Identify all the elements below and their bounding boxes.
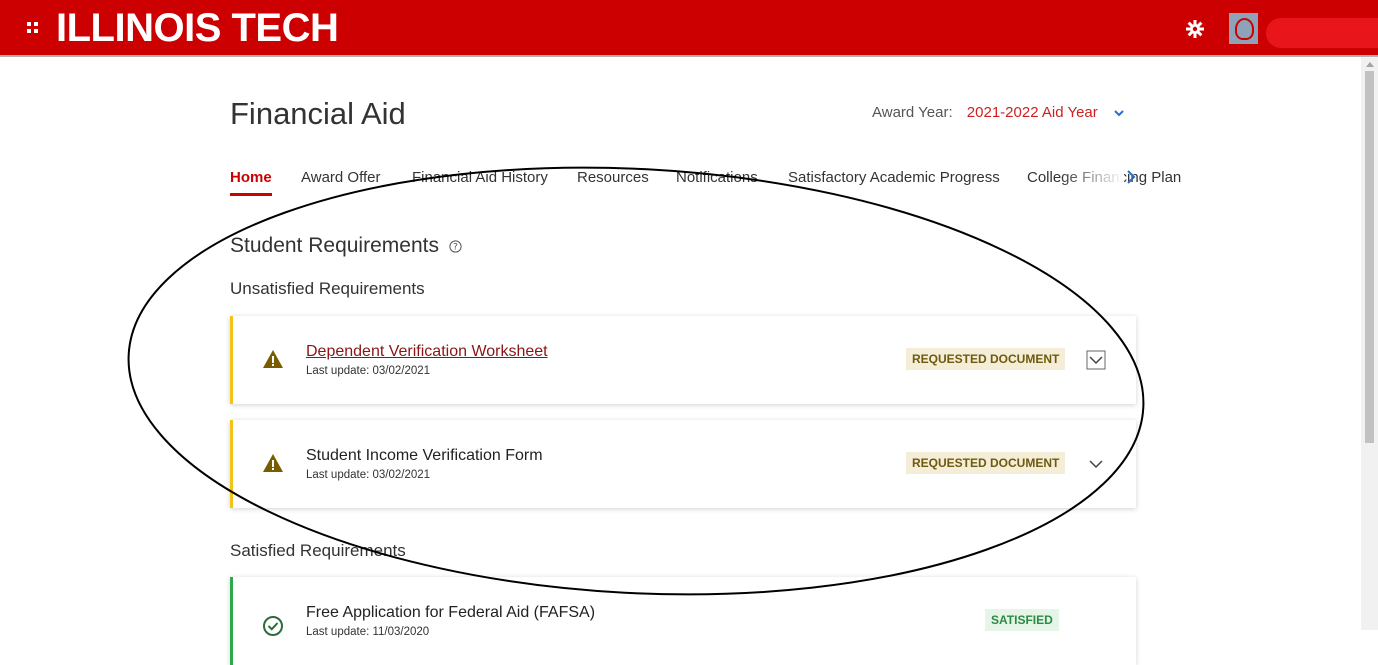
requirement-date: Last update: 03/02/2021 (306, 365, 431, 377)
tab-overflow-fade (1060, 166, 1124, 190)
requirement-date: Last update: 11/03/2020 (306, 626, 430, 638)
brand-logo[interactable]: ILLINOIS TECH (56, 5, 339, 51)
top-bar: ILLINOIS TECH (0, 0, 1378, 57)
tab-satisfactory-academic-progress[interactable]: Satisfactory Academic Progress (788, 169, 1000, 186)
requirement-title[interactable]: Free Application for Federal Aid (FAFSA) (306, 604, 595, 622)
expand-chevron-icon[interactable] (1086, 350, 1106, 370)
requirement-card: Student Income Verification Form Last up… (230, 420, 1136, 508)
tab-notifications[interactable]: Notifications (676, 169, 758, 186)
award-year-selector[interactable]: Award Year: 2021-2022 Aid Year (872, 104, 1126, 121)
warning-icon (263, 350, 283, 368)
student-requirements-title: Student Requirements (230, 234, 439, 257)
tab-financial-aid-history[interactable]: Financial Aid History (412, 169, 548, 186)
redacted-username (1266, 18, 1378, 48)
scrollbar-thumb[interactable] (1365, 71, 1374, 443)
student-requirements-heading: Student Requirements ? (230, 234, 462, 258)
status-badge: SATISFIED (985, 609, 1059, 631)
gear-icon[interactable] (1186, 20, 1204, 38)
tab-bar: Home Award Offer Financial Aid History R… (230, 169, 1181, 199)
chevron-down-icon[interactable] (1112, 108, 1126, 118)
tab-award-offer[interactable]: Award Offer (301, 169, 380, 186)
help-icon[interactable]: ? (449, 240, 462, 253)
chevron-right-icon[interactable] (1124, 167, 1138, 187)
status-badge: REQUESTED DOCUMENT (906, 348, 1066, 370)
scroll-up-arrow-icon[interactable] (1366, 62, 1374, 67)
svg-text:?: ? (453, 243, 458, 253)
requirement-title-link[interactable]: Dependent Verification Worksheet (306, 343, 548, 361)
avatar[interactable] (1229, 13, 1258, 44)
requirement-title[interactable]: Student Income Verification Form (306, 447, 543, 465)
apps-grid-icon[interactable] (27, 22, 38, 33)
requirement-card: Free Application for Federal Aid (FAFSA)… (230, 577, 1136, 665)
expand-chevron-icon[interactable] (1086, 454, 1106, 474)
annotation-ellipse (127, 166, 1145, 596)
page-title: Financial Aid (230, 96, 406, 131)
status-badge: REQUESTED DOCUMENT (906, 452, 1066, 474)
award-year-value[interactable]: 2021-2022 Aid Year (967, 104, 1098, 121)
satisfied-requirements-heading: Satisfied Requirements (230, 541, 406, 560)
award-year-label: Award Year: (872, 104, 953, 121)
scrollbar[interactable] (1361, 57, 1378, 630)
requirement-card: Dependent Verification Worksheet Last up… (230, 316, 1136, 404)
tab-resources[interactable]: Resources (577, 169, 649, 186)
warning-icon (263, 454, 283, 472)
unsatisfied-requirements-heading: Unsatisfied Requirements (230, 279, 425, 298)
requirement-date: Last update: 03/02/2021 (306, 469, 431, 481)
check-circle-icon (263, 616, 283, 636)
tab-home[interactable]: Home (230, 169, 272, 196)
